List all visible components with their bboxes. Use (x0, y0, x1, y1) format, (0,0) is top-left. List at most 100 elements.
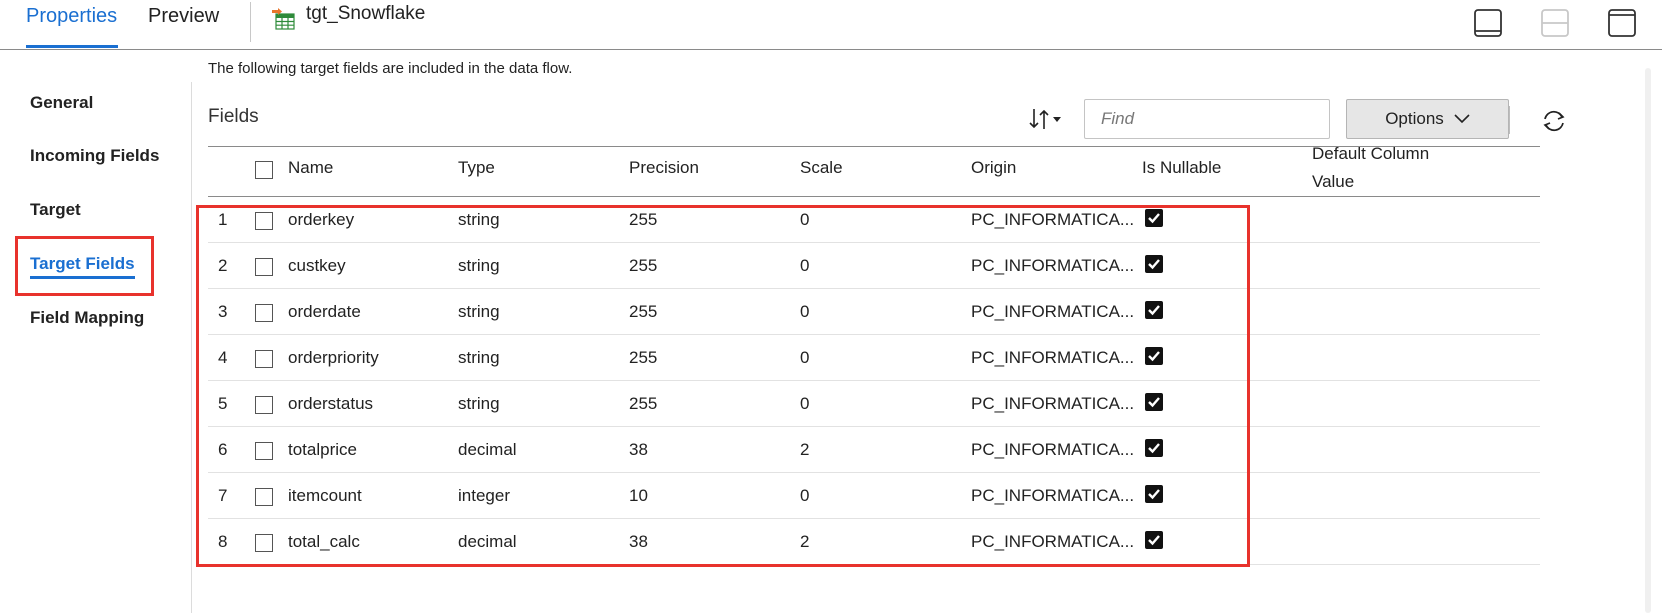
field-type: string (458, 348, 500, 367)
tab-separator (250, 2, 251, 42)
field-origin: PC_INFORMATICA... (971, 256, 1135, 275)
field-origin: PC_INFORMATICA... (971, 210, 1135, 229)
table-row[interactable]: 1 orderkey string 255 0 PC_INFORMATICA... (208, 197, 1540, 243)
field-precision: 38 (629, 440, 648, 459)
table-row[interactable]: 8 total_calc decimal 38 2 PC_INFORMATICA... (208, 519, 1540, 565)
options-button[interactable]: Options (1346, 99, 1509, 139)
column-header-default-value[interactable]: Default Column Value (1312, 140, 1452, 196)
field-type: string (458, 256, 500, 275)
column-header-type[interactable]: Type (458, 158, 495, 178)
checkmark-icon (1148, 535, 1160, 546)
column-header-precision[interactable]: Precision (629, 158, 699, 178)
field-name: custkey (288, 256, 346, 275)
field-scale: 0 (800, 256, 810, 275)
target-table-icon (271, 8, 295, 30)
checkmark-icon (1148, 305, 1160, 316)
field-type: integer (458, 486, 510, 505)
column-header-scale[interactable]: Scale (800, 158, 843, 178)
section-title: Fields (208, 106, 259, 127)
layout-bottom-panel-icon[interactable] (1473, 8, 1503, 38)
field-type: string (458, 302, 500, 321)
checkmark-icon (1148, 397, 1160, 408)
row-index: 6 (218, 440, 228, 459)
section-description: The following target fields are included… (208, 60, 573, 77)
field-type: decimal (458, 440, 517, 459)
field-precision: 255 (629, 394, 658, 413)
nav-item-general[interactable]: General (30, 93, 93, 113)
field-name: totalprice (288, 440, 357, 459)
row-divider (208, 564, 1540, 565)
nav-divider (191, 82, 192, 613)
field-precision: 10 (629, 486, 648, 505)
checkmark-icon (1148, 351, 1160, 362)
row-select-checkbox[interactable] (255, 258, 273, 276)
nullable-checkbox[interactable] (1145, 301, 1163, 319)
table-row[interactable]: 3 orderdate string 255 0 PC_INFORMATICA... (208, 289, 1540, 335)
field-origin: PC_INFORMATICA... (971, 302, 1135, 321)
checkmark-icon (1148, 443, 1160, 454)
field-origin: PC_INFORMATICA... (971, 440, 1135, 459)
field-scale: 0 (800, 210, 810, 229)
row-select-checkbox[interactable] (255, 212, 273, 230)
nav-item-target[interactable]: Target (30, 200, 81, 220)
field-scale: 0 (800, 348, 810, 367)
refresh-icon[interactable] (1541, 108, 1567, 134)
field-precision: 255 (629, 302, 658, 321)
nav-item-incoming-fields[interactable]: Incoming Fields (30, 146, 159, 166)
row-select-checkbox[interactable] (255, 488, 273, 506)
row-select-checkbox[interactable] (255, 396, 273, 414)
nav-highlight-box (15, 236, 154, 296)
nullable-checkbox[interactable] (1145, 209, 1163, 227)
row-index: 8 (218, 532, 228, 551)
layout-top-panel-icon[interactable] (1607, 8, 1637, 38)
nav-item-field-mapping[interactable]: Field Mapping (30, 308, 144, 328)
row-select-checkbox[interactable] (255, 534, 273, 552)
row-select-checkbox[interactable] (255, 304, 273, 322)
find-input[interactable] (1084, 99, 1330, 139)
table-row[interactable]: 7 itemcount integer 10 0 PC_INFORMATICA... (208, 473, 1540, 519)
scrollbar[interactable] (1645, 68, 1651, 613)
field-name: orderdate (288, 302, 361, 321)
field-precision: 255 (629, 210, 658, 229)
field-scale: 0 (800, 394, 810, 413)
field-name: orderstatus (288, 394, 374, 413)
sort-icon[interactable] (1028, 105, 1068, 133)
field-scale: 2 (800, 532, 810, 551)
row-index: 4 (218, 348, 228, 367)
row-select-checkbox[interactable] (255, 350, 273, 368)
column-header-name[interactable]: Name (288, 158, 333, 178)
nullable-checkbox[interactable] (1145, 485, 1163, 503)
layout-split-icon[interactable] (1540, 8, 1570, 38)
tab-properties-underline (26, 45, 118, 48)
row-select-checkbox[interactable] (255, 442, 273, 460)
table-row[interactable]: 5 orderstatus string 255 0 PC_INFORMATICA... (208, 381, 1540, 427)
column-header-origin[interactable]: Origin (971, 158, 1016, 178)
options-label: Options (1385, 109, 1444, 128)
nullable-checkbox[interactable] (1145, 393, 1163, 411)
field-origin: PC_INFORMATICA... (971, 348, 1135, 367)
nullable-checkbox[interactable] (1145, 255, 1163, 273)
table-row[interactable]: 6 totalprice decimal 38 2 PC_INFORMATICA... (208, 427, 1540, 473)
tab-preview[interactable]: Preview (148, 4, 219, 28)
field-origin: PC_INFORMATICA... (971, 394, 1135, 413)
table-row[interactable]: 4 orderpriority string 255 0 PC_INFORMATICA..… (208, 335, 1540, 381)
nullable-checkbox[interactable] (1145, 531, 1163, 549)
checkmark-icon (1148, 259, 1160, 270)
checkmark-icon (1148, 213, 1160, 224)
tab-properties[interactable]: Properties (26, 4, 117, 28)
column-header-is-nullable[interactable]: Is Nullable (1142, 158, 1221, 178)
field-type: decimal (458, 532, 517, 551)
table-row[interactable]: 2 custkey string 255 0 PC_INFORMATICA... (208, 243, 1540, 289)
select-all-checkbox[interactable] (255, 161, 273, 179)
toolbar-separator (1509, 106, 1510, 134)
field-precision: 255 (629, 348, 658, 367)
field-origin: PC_INFORMATICA... (971, 486, 1135, 505)
field-origin: PC_INFORMATICA... (971, 532, 1135, 551)
nullable-checkbox[interactable] (1145, 439, 1163, 457)
row-index: 3 (218, 302, 228, 321)
field-scale: 0 (800, 486, 810, 505)
top-bar-divider (0, 49, 1662, 50)
field-type: string (458, 394, 500, 413)
nullable-checkbox[interactable] (1145, 347, 1163, 365)
field-precision: 38 (629, 532, 648, 551)
